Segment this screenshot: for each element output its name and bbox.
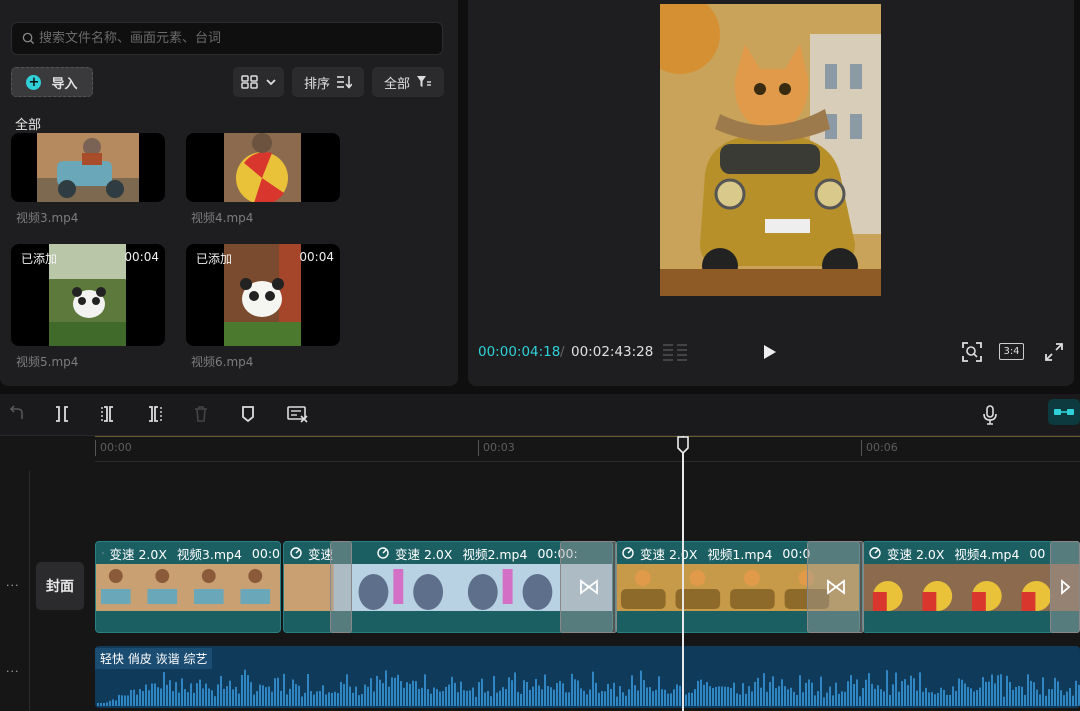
ruler-tick: 00:00: [95, 440, 132, 456]
import-label: 导入: [51, 76, 78, 92]
undo-icon[interactable]: [8, 405, 26, 423]
split-right-icon[interactable]: [145, 405, 163, 423]
fullscreen-icon[interactable]: [1044, 342, 1064, 362]
media-panel: + 导入 排序 全部 全部 视频3.mp4: [0, 0, 458, 386]
speed-icon: [102, 552, 104, 554]
preview-image: [660, 4, 881, 296]
thumbnail-name: 视频4.mp4: [191, 211, 254, 225]
thumbnail-image: [224, 133, 301, 202]
transition-block[interactable]: [1050, 541, 1080, 633]
caption-delete-icon[interactable]: [287, 405, 309, 423]
view-mode-button[interactable]: [233, 67, 284, 97]
transition-icon: [579, 579, 598, 595]
preview-panel: 00:00:04:18 / 00:02:43:28 3:4: [468, 0, 1074, 386]
media-thumbnail[interactable]: [186, 133, 340, 202]
filter-icon: [417, 76, 431, 87]
speed-icon: [377, 547, 389, 559]
search-box[interactable]: [11, 22, 443, 55]
ruler-tick: 00:03: [478, 440, 515, 456]
thumbnail-name: 视频5.mp4: [16, 355, 79, 369]
clip-time: 00:0: [251, 545, 280, 561]
split-left-icon[interactable]: [100, 405, 118, 423]
clip-name: 视频2.mp4: [462, 546, 528, 562]
link-tracks-button[interactable]: [1048, 399, 1080, 425]
playhead-line[interactable]: [682, 436, 684, 711]
transition-block[interactable]: [560, 541, 617, 633]
timeline-toolbar: [0, 394, 1080, 436]
thumbnail-image: [37, 133, 139, 202]
time-separator: /: [560, 344, 565, 360]
media-thumbnail[interactable]: 已添加 00:04: [186, 244, 340, 346]
video-clip[interactable]: 变速 2.0X 视频4.mp4 00: [862, 541, 1080, 633]
marker-icon[interactable]: [239, 405, 257, 423]
clip-speed: 变速 2.0X: [640, 546, 698, 562]
playhead-handle-icon[interactable]: [676, 436, 690, 454]
thumbnail-image: [224, 244, 301, 346]
transition-icon: [1061, 579, 1070, 595]
cover-button[interactable]: 封面: [36, 562, 84, 610]
plus-icon: +: [26, 74, 42, 90]
clip-name: 视频1.mp4: [707, 546, 773, 562]
aspect-ratio-button[interactable]: 3:4: [999, 343, 1024, 360]
video-clip[interactable]: 变速 2.0X 视频3.mp4 00:0: [95, 541, 281, 633]
thumbnail-image: [49, 244, 126, 346]
ruler-tick: 00:06: [861, 440, 898, 456]
sort-label: 排序: [303, 76, 330, 92]
added-badge: 已添加: [196, 252, 233, 266]
speed-icon: [290, 547, 302, 559]
clip-filmstrip: [863, 564, 1079, 611]
filter-label: 全部: [383, 76, 410, 92]
duration-badge: 00:04: [299, 250, 334, 264]
clip-name: 视频4.mp4: [954, 546, 1020, 562]
duration-badge: 00:04: [124, 250, 159, 264]
added-badge: 已添加: [21, 252, 58, 266]
audio-track-menu-icon[interactable]: ···: [6, 665, 20, 678]
zoom-fit-icon[interactable]: [961, 341, 983, 363]
audio-clip-label: 轻快 俏皮 诙谐 综艺: [95, 648, 213, 669]
section-label: 全部: [15, 118, 42, 133]
clip-speed: 变速 2.0X: [887, 546, 945, 562]
search-input[interactable]: [39, 31, 419, 46]
speed-icon: [622, 547, 634, 559]
current-time: 00:00:04:18: [478, 344, 561, 360]
play-icon[interactable]: [762, 343, 778, 361]
clip-filmstrip: [96, 564, 280, 611]
sort-button[interactable]: 排序: [292, 67, 364, 97]
transition-block[interactable]: [807, 541, 864, 633]
transition-icon: [826, 579, 845, 595]
thumbnail-name: 视频6.mp4: [191, 355, 254, 369]
split-icon[interactable]: [53, 405, 71, 423]
sort-icon: [337, 76, 352, 89]
thumbnail-name: 视频3.mp4: [16, 211, 79, 225]
grid-view-icon: [240, 75, 258, 89]
clip-speed: 变速 2.0X: [109, 546, 167, 562]
filter-button[interactable]: 全部: [372, 67, 444, 97]
time-ruler[interactable]: 00:00 00:03 00:06: [95, 436, 1080, 462]
clip-time: 00: [1029, 545, 1046, 561]
total-time: 00:02:43:28: [571, 344, 654, 360]
import-button[interactable]: + 导入: [11, 67, 93, 97]
video-editor-window: + 导入 排序 全部 全部 视频3.mp4: [0, 0, 1080, 711]
video-track: 变速 2.0X 视频3.mp4 00:0 变速 变速 2.0X 视频2.mp4 …: [95, 541, 1080, 633]
microphone-icon[interactable]: [982, 405, 998, 425]
speed-icon: [869, 547, 881, 559]
media-thumbnail[interactable]: [11, 133, 165, 202]
clip-name: 视频3.mp4: [176, 546, 242, 562]
waveform-grid-icon[interactable]: [661, 342, 691, 362]
audio-waveform: [97, 669, 1080, 706]
delete-icon[interactable]: [192, 405, 210, 423]
chevron-down-icon: [265, 79, 276, 86]
video-track-menu-icon[interactable]: ···: [6, 579, 20, 592]
audio-track[interactable]: 轻快 俏皮 诙谐 综艺: [95, 646, 1080, 708]
clip-speed: 变速 2.0X: [395, 546, 453, 562]
media-thumbnail[interactable]: 已添加 00:04: [11, 244, 165, 346]
timeline-area[interactable]: 00:00 00:03 00:06 ··· ··· 封面 变速 2.0X 视频3…: [0, 436, 1080, 711]
search-icon: [22, 32, 35, 45]
transition-handle[interactable]: [330, 541, 352, 633]
link-tracks-icon: [1054, 409, 1074, 415]
